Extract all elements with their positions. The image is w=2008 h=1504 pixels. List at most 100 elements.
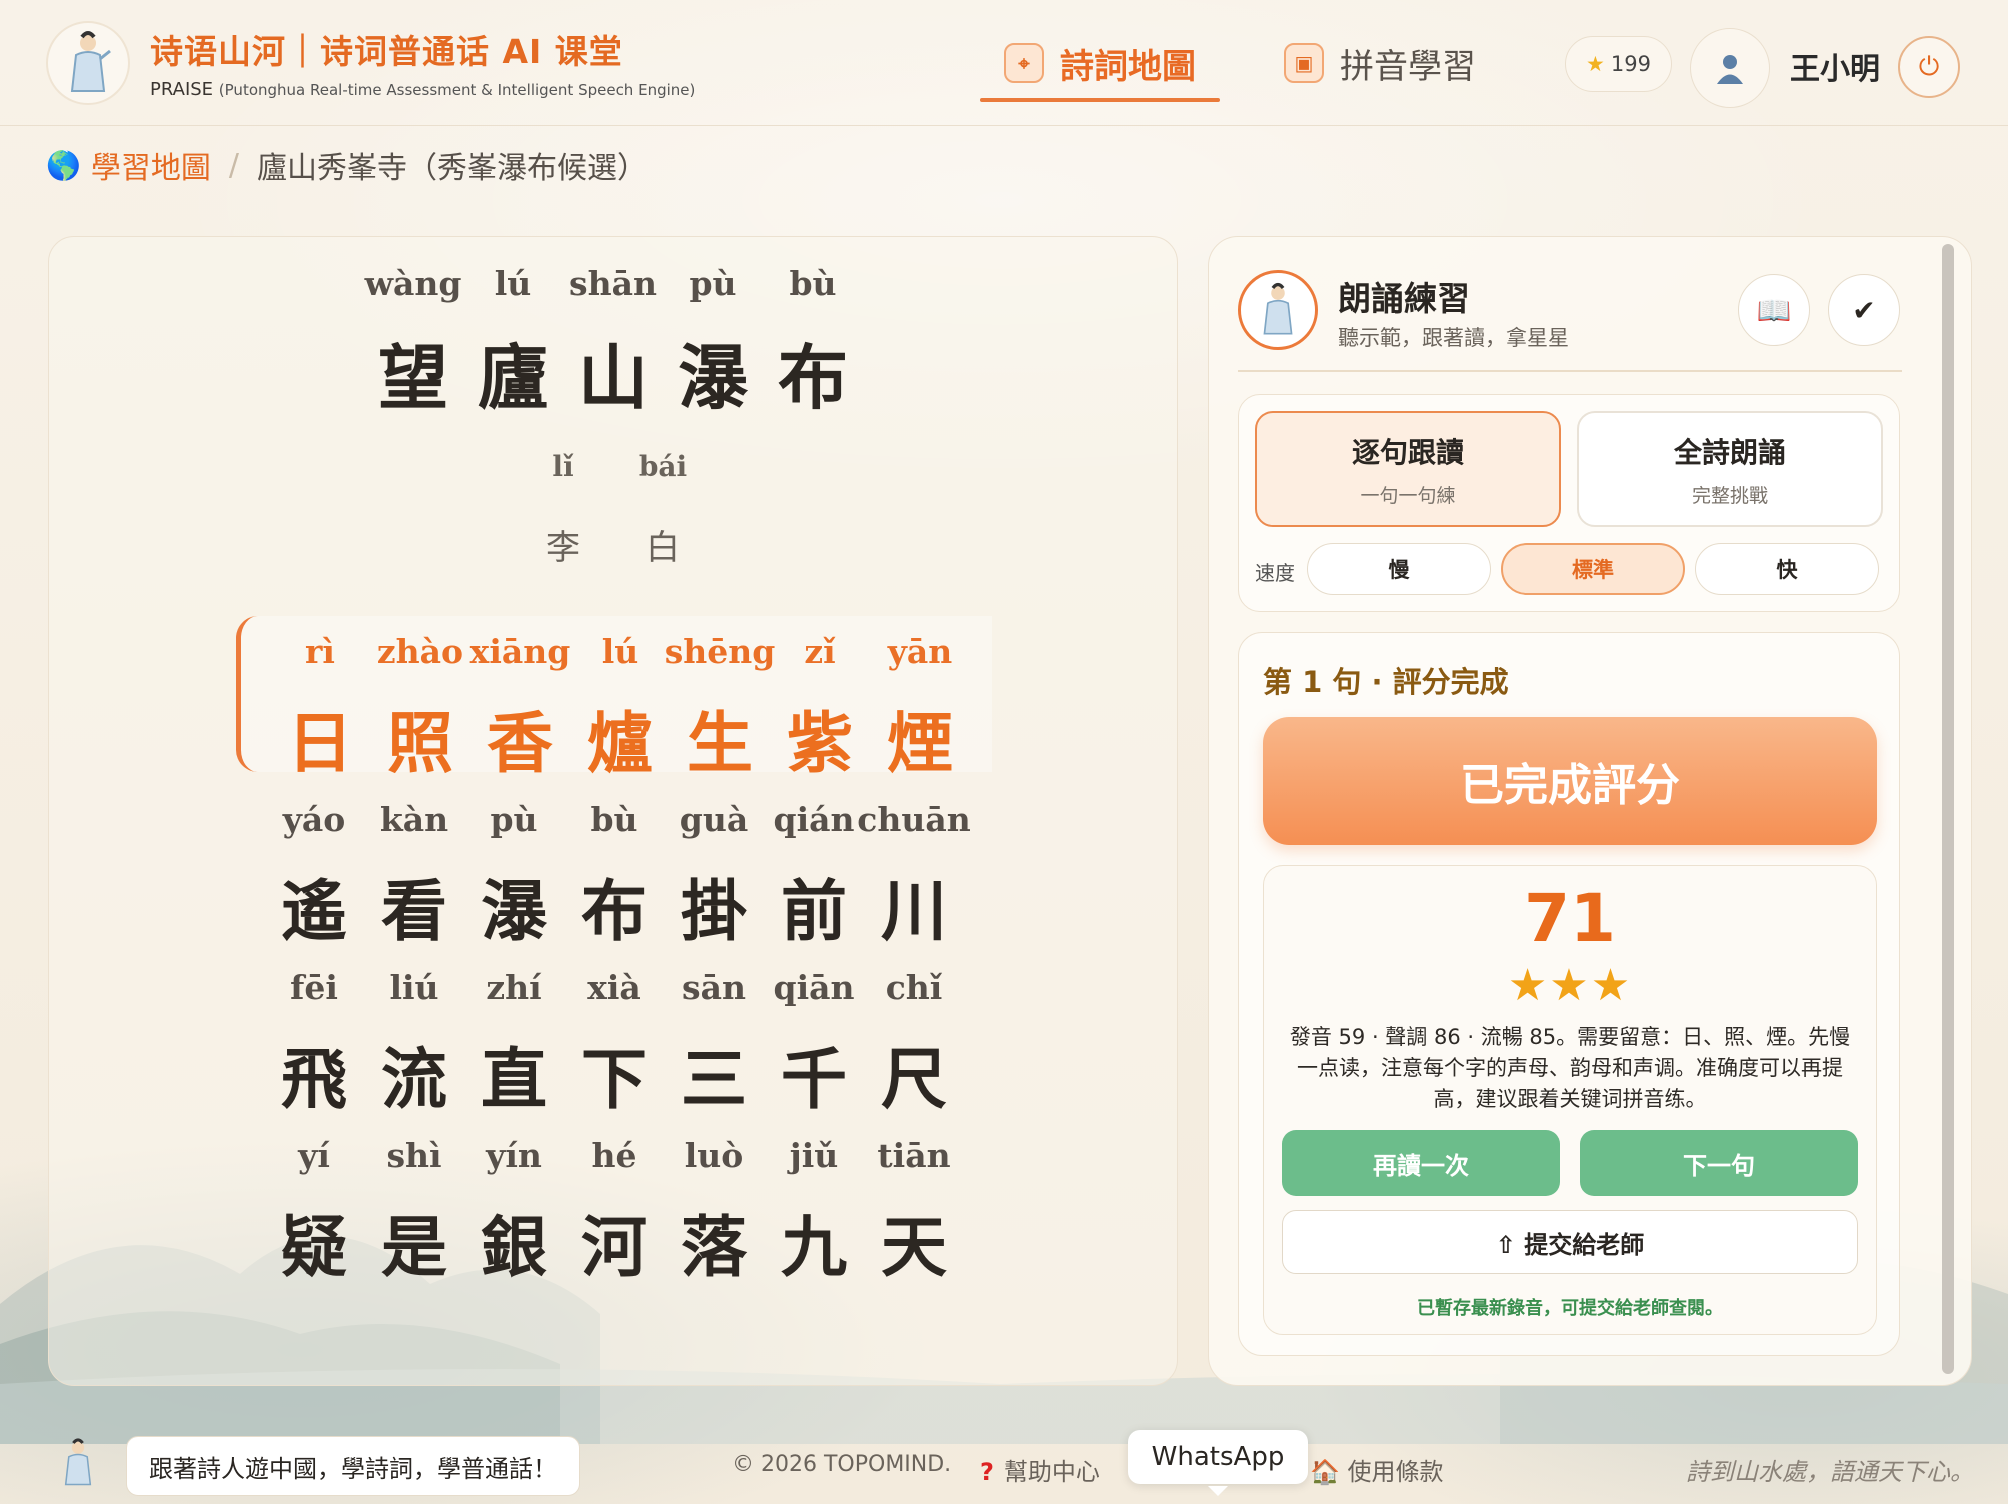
hanzi: 瀑 — [481, 873, 547, 950]
poem-char[interactable]: chǐ 尺 — [864, 968, 964, 1122]
poem-char[interactable]: luò 落 — [664, 1136, 764, 1290]
score-card: 71 ★★★ 發音 59 · 聲調 86 · 流暢 85。需要留意：日、照、煙。… — [1263, 865, 1877, 1335]
logout-button[interactable]: ⏻ — [1898, 36, 1960, 98]
user-avatar[interactable] — [1690, 28, 1770, 108]
pinyin: bù — [789, 264, 837, 303]
pinyin: liú — [389, 968, 439, 1007]
poem-char[interactable]: bù 布 — [564, 800, 664, 954]
poem-char[interactable]: fēi 飛 — [264, 968, 364, 1122]
speed-fast-button[interactable]: 快 — [1695, 543, 1879, 595]
poem-char[interactable]: rì 日 — [270, 632, 370, 786]
hanzi: 河 — [581, 1209, 647, 1286]
poem-char[interactable]: zǐ 紫 — [770, 632, 870, 786]
poem-char[interactable]: sān 三 — [664, 968, 764, 1122]
retry-button[interactable]: 再讀一次 — [1282, 1130, 1560, 1196]
scrollbar-thumb[interactable] — [1942, 244, 1954, 1374]
poem-line-1[interactable]: rì 日 zhào 照 xiāng 香 lú 爐 shēng 生 zǐ 紫 yān 煙 — [270, 632, 970, 786]
poem-char[interactable]: zhí 直 — [464, 968, 564, 1122]
hanzi: 煙 — [887, 705, 953, 782]
hanzi: 是 — [381, 1209, 447, 1286]
speed-slow-button[interactable]: 慢 — [1307, 543, 1491, 595]
poem-char[interactable]: shēng 生 — [665, 632, 776, 786]
poem-char[interactable]: zhào 照 — [370, 632, 470, 786]
mode-sentence-follow[interactable]: 逐句跟讀 一句一句練 — [1255, 411, 1561, 527]
hanzi: 白 — [646, 528, 680, 568]
globe-icon: 🌎 — [46, 148, 81, 182]
saved-note: 已暫存最新錄音，可提交給老師查閱。 — [1417, 1298, 1723, 1319]
brand-title: 诗语山河｜诗词普通话 AI 课堂 — [150, 32, 623, 71]
next-sentence-button[interactable]: 下一句 — [1580, 1130, 1858, 1196]
result-section: 第 1 句 · 評分完成 已完成評分 71 ★★★ 發音 59 · 聲調 86 … — [1238, 632, 1900, 1356]
poem-char[interactable]: yín 銀 — [464, 1136, 564, 1290]
user-icon — [1717, 55, 1743, 84]
hanzi: 飛 — [281, 1041, 347, 1118]
hanzi: 紫 — [787, 705, 853, 782]
poem-char[interactable]: yí 疑 — [264, 1136, 364, 1290]
poem-char[interactable]: lú 爐 — [570, 632, 670, 786]
mode-selector: 逐句跟讀 一句一句練 全詩朗誦 完整挑戰 速度 慢 標準 快 — [1238, 394, 1900, 612]
poem-char[interactable]: xià 下 — [564, 968, 664, 1122]
pinyin: yān — [887, 632, 953, 671]
poem-line-4[interactable]: yí 疑 shì 是 yín 銀 hé 河 luò 落 jiǔ 九 tiān 天 — [264, 1136, 964, 1290]
poem-char[interactable]: pù 瀑 — [464, 800, 564, 954]
mode-name: 逐句跟讀 — [1351, 435, 1464, 469]
poem-char[interactable]: pù 瀑 — [663, 264, 763, 423]
poem-char[interactable]: yáo 遙 — [264, 800, 364, 954]
poem-char[interactable]: qiān 千 — [764, 968, 864, 1122]
hanzi: 尺 — [881, 1041, 947, 1118]
mode-desc: 完整挑戰 — [1691, 484, 1768, 507]
star-count-badge[interactable]: ★ 199 — [1565, 36, 1672, 92]
poem-char[interactable]: bù 布 — [763, 264, 863, 423]
mode-desc: 一句一句練 — [1360, 484, 1456, 507]
poem-char[interactable]: tiān 天 — [864, 1136, 964, 1290]
pinyin: zhí — [486, 968, 542, 1007]
main-nav: ⌖ 詩詞地圖 ▣ 拼音學習 — [980, 0, 1540, 126]
poem-char[interactable]: xiāng 香 — [469, 632, 571, 786]
hanzi: 山 — [578, 337, 648, 419]
scoring-complete-button[interactable]: 已完成評分 — [1263, 717, 1877, 845]
practice-subtitle: 聽示範，跟著讀，拿星星 — [1338, 326, 1569, 350]
speed-label: 速度 — [1255, 561, 1295, 585]
tab-poetry-map[interactable]: ⌖ 詩詞地圖 — [980, 0, 1220, 126]
pinyin: rì — [305, 632, 335, 671]
submit-to-teacher-button[interactable]: ⇧ 提交給老師 — [1282, 1210, 1858, 1274]
pinyin: yí — [298, 1136, 330, 1175]
tab-pinyin-learning[interactable]: ▣ 拼音學習 — [1260, 0, 1500, 126]
pinyin: bù — [590, 800, 638, 839]
speed-standard-button[interactable]: 標準 — [1501, 543, 1685, 595]
poem-line-2[interactable]: yáo 遙 kàn 看 pù 瀑 bù 布 guà 掛 qián 前 chuān 川 — [264, 800, 971, 954]
poem-char[interactable]: kàn 看 — [364, 800, 464, 954]
poem-char[interactable]: chuān 川 — [857, 800, 970, 954]
hanzi: 照 — [387, 705, 453, 782]
poem-char[interactable]: lú 廬 — [463, 264, 563, 423]
poem-char[interactable]: yān 煙 — [870, 632, 970, 786]
result-heading: 第 1 句 · 評分完成 — [1263, 665, 1509, 699]
poem-char[interactable]: liú 流 — [364, 968, 464, 1122]
hanzi: 千 — [781, 1041, 847, 1118]
help-center-link[interactable]: ? 幫助中心 — [980, 1452, 1100, 1487]
hanzi: 爐 — [587, 705, 653, 782]
power-icon: ⏻ — [1918, 51, 1940, 82]
poem-char[interactable]: qián 前 — [764, 800, 864, 954]
book-button[interactable]: 📖 — [1738, 274, 1810, 346]
poem-char[interactable]: guà 掛 — [664, 800, 764, 954]
author-char: bái 白 — [613, 450, 713, 569]
breadcrumb-root-link[interactable]: 學習地圖 — [91, 143, 211, 187]
poem-char[interactable]: wàng 望 — [363, 264, 463, 423]
pinyin: chuān — [857, 800, 971, 839]
poet-logo[interactable] — [46, 20, 130, 105]
hanzi: 九 — [781, 1209, 847, 1286]
pinyin: lú — [601, 632, 639, 671]
poem-char[interactable]: hé 河 — [564, 1136, 664, 1290]
poem-char[interactable]: shān 山 — [563, 264, 663, 423]
check-button[interactable]: ✔ — [1828, 274, 1900, 346]
whatsapp-tooltip[interactable]: WhatsApp — [1128, 1430, 1308, 1496]
poem-char[interactable]: jiǔ 九 — [764, 1136, 864, 1290]
poem-line-3[interactable]: fēi 飛 liú 流 zhí 直 xià 下 sān 三 qiān 千 chǐ 尺 — [264, 968, 964, 1122]
mode-full-recite[interactable]: 全詩朗誦 完整挑戰 — [1577, 411, 1883, 527]
pinyin: xiāng — [469, 632, 571, 671]
poem-char[interactable]: shì 是 — [364, 1136, 464, 1290]
poet-figure-icon — [64, 1438, 92, 1486]
terms-link[interactable]: 🏠 使用條款 — [1310, 1452, 1444, 1487]
hanzi: 日 — [287, 705, 353, 782]
